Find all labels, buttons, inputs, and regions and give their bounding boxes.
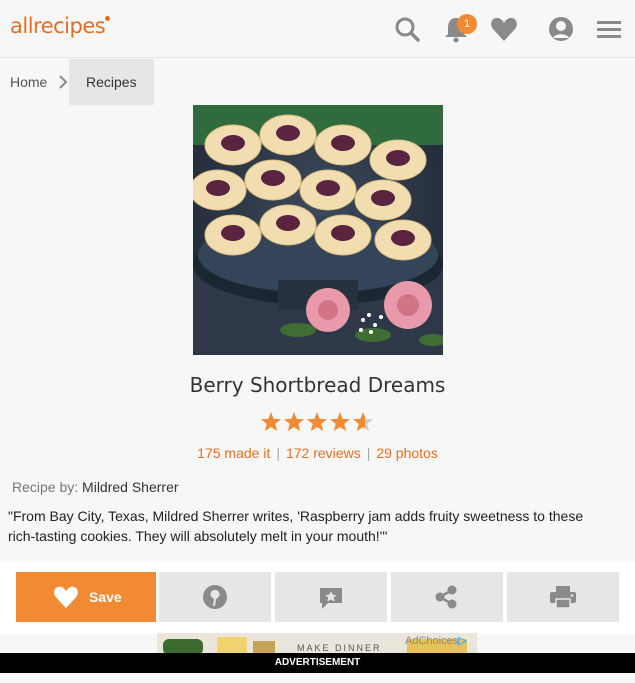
made-it-count[interactable]: 175 made it — [197, 445, 270, 461]
breadcrumb-recipes[interactable]: Recipes — [69, 59, 154, 105]
action-bar: Save — [0, 562, 635, 634]
review-button[interactable] — [275, 572, 387, 622]
rating-star — [353, 412, 373, 431]
advertisement-label: ADVERTISEMENT — [0, 653, 635, 673]
heart-icon[interactable] — [489, 14, 519, 44]
recipe-description: "From Bay City, Texas, Mildred Sherrer w… — [8, 508, 584, 544]
heart-icon — [54, 586, 78, 609]
search-icon[interactable] — [392, 14, 422, 44]
stats-divider: | — [366, 445, 371, 461]
ad-banner-text: MAKE DINNER — [297, 643, 382, 653]
recipe-byline: Recipe by: Mildred Sherrer — [12, 479, 179, 495]
reviews-link[interactable]: 172 reviews — [286, 445, 361, 461]
photos-link[interactable]: 29 photos — [376, 445, 438, 461]
save-button[interactable]: Save — [16, 572, 156, 622]
menu-icon[interactable] — [594, 14, 624, 44]
recipe-title: Berry Shortbread Dreams — [189, 373, 446, 397]
author-name[interactable]: Mildred Sherrer — [82, 479, 178, 495]
adchoices-icon: ▷ — [458, 635, 467, 647]
logo-dot — [105, 16, 111, 21]
rating-star — [307, 412, 327, 431]
allrecipes-logo[interactable]: allrecipes — [10, 14, 111, 38]
breadcrumb: Home Recipes — [0, 59, 635, 105]
print-icon — [550, 586, 576, 609]
share-button[interactable] — [391, 572, 503, 622]
share-icon — [435, 585, 457, 609]
recipe-photo[interactable] — [193, 105, 443, 355]
stats-divider: | — [276, 445, 280, 461]
user-icon[interactable] — [546, 14, 576, 44]
rating-star — [284, 412, 304, 431]
pin-icon — [203, 585, 227, 609]
rating-star — [330, 412, 350, 431]
print-button[interactable] — [507, 572, 619, 622]
save-label: Save — [89, 589, 122, 605]
adchoices-link[interactable]: AdChoices▷ — [405, 634, 467, 647]
logo-text: allrecipes — [10, 14, 106, 38]
rating-star — [261, 412, 281, 431]
adchoices-label: AdChoices — [405, 635, 459, 647]
top-bar: allrecipes 1 — [0, 0, 635, 58]
pin-button[interactable] — [159, 572, 271, 622]
notification-badge: 1 — [457, 14, 477, 34]
recipe-by-label: Recipe by: — [12, 479, 79, 495]
review-icon — [320, 588, 342, 609]
star-rating[interactable] — [260, 411, 375, 433]
breadcrumb-home[interactable]: Home — [10, 59, 47, 105]
recipe-stats: 175 made it | 172 reviews | 29 photos — [0, 445, 635, 461]
